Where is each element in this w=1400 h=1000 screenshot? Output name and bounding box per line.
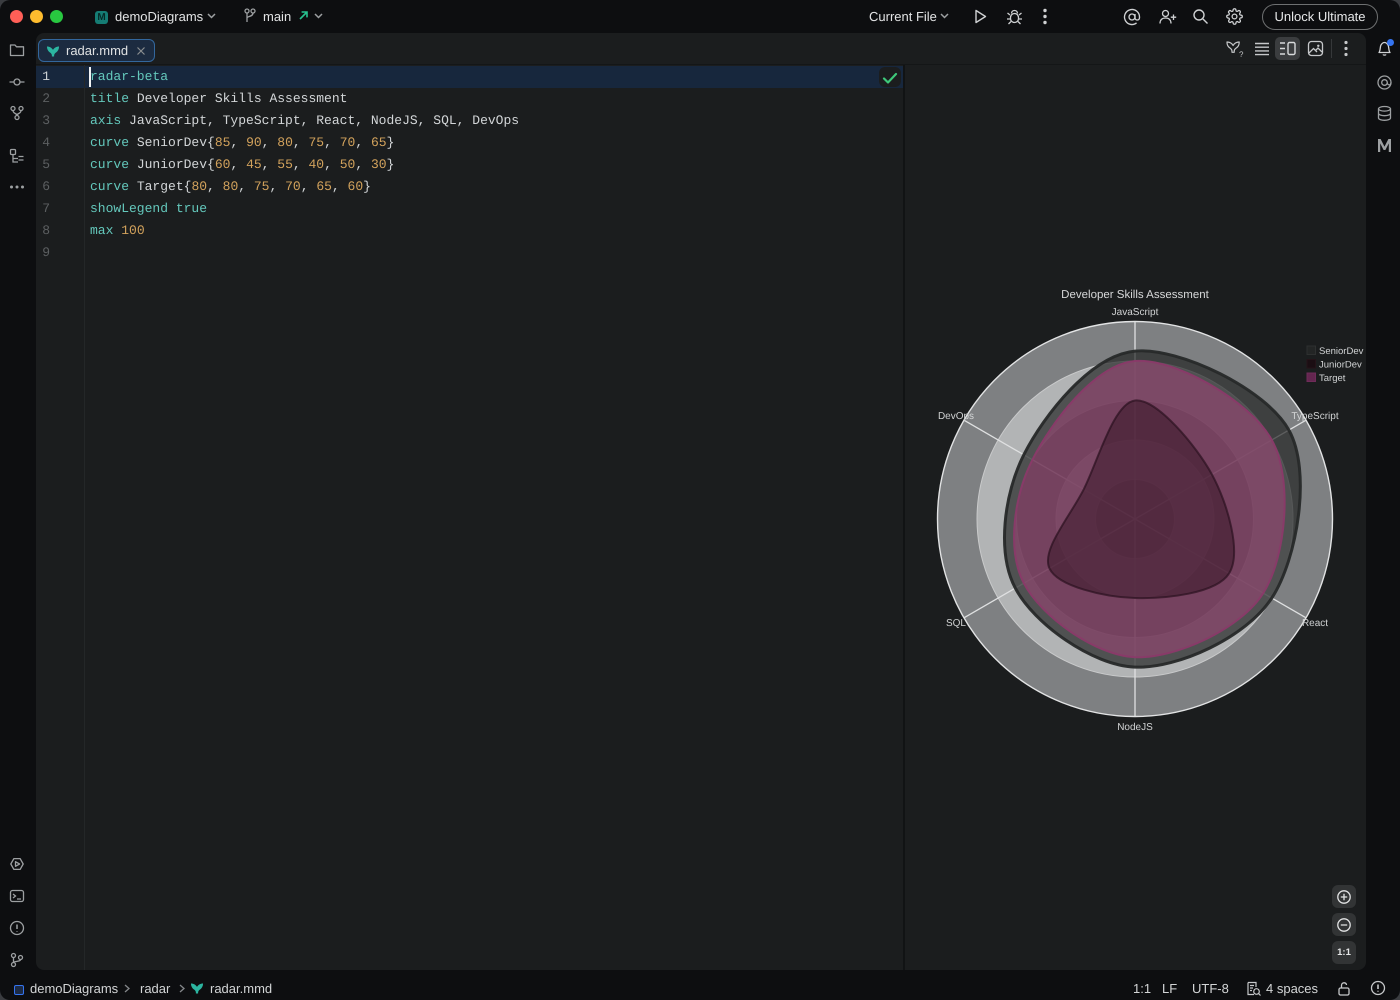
svg-text:Developer Skills Assessment: Developer Skills Assessment — [1061, 289, 1209, 301]
svg-text:JuniorDev: JuniorDev — [1319, 360, 1362, 371]
svg-text:TypeScript: TypeScript — [1291, 411, 1338, 422]
svg-text:React: React — [1302, 618, 1328, 629]
svg-text:SeniorDev: SeniorDev — [1319, 346, 1364, 357]
svg-text:DevOps: DevOps — [938, 411, 974, 422]
svg-text:NodeJS: NodeJS — [1117, 722, 1153, 733]
svg-text:SQL: SQL — [946, 618, 966, 629]
svg-text:JavaScript: JavaScript — [1112, 307, 1159, 318]
svg-text:?: ? — [1239, 50, 1244, 59]
svg-text:Target: Target — [1319, 373, 1346, 384]
